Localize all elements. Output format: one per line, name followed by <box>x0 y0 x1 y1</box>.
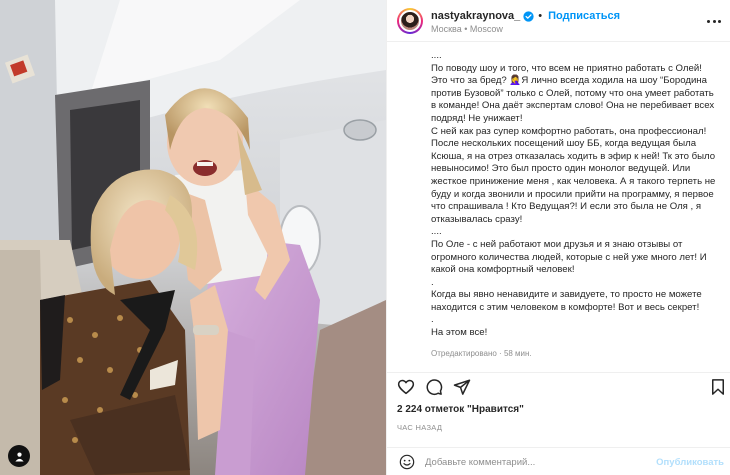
caption-line: По поводу шоу и того, что всем не приятн… <box>431 62 715 124</box>
heart-icon <box>397 379 415 395</box>
post-photo[interactable] <box>0 0 386 475</box>
edited-time[interactable]: 58 мин. <box>504 349 532 358</box>
user-tag-icon <box>14 452 24 462</box>
caption-line: Когда вы явно ненавидите и завидуете, то… <box>431 289 702 313</box>
comment-bar: Опубликовать <box>387 447 730 475</box>
avatar[interactable] <box>397 8 423 34</box>
post-caption: .... По поводу шоу и того, что всем не п… <box>431 50 721 362</box>
caption-line: На этом все! <box>431 327 488 339</box>
caption-line: .... <box>431 226 442 238</box>
share-button[interactable] <box>453 378 471 396</box>
post-timestamp[interactable]: ЧАС НАЗАД <box>397 423 442 432</box>
emoji-icon <box>399 454 415 470</box>
publish-button[interactable]: Опубликовать <box>656 457 724 468</box>
save-button[interactable] <box>709 378 727 396</box>
caption-meta: Отредактировано · 58 мин. <box>431 348 721 361</box>
likes-count[interactable]: 2 224 отметок "Нравится" <box>397 404 524 415</box>
caption-line: По Оле - с ней работают мои друзья и я з… <box>431 238 707 276</box>
post-header: nastyakraynova_ • Подписаться Москва • M… <box>387 0 730 42</box>
emoji-button[interactable] <box>399 454 415 470</box>
header-separator: • <box>538 10 543 22</box>
edited-separator: · <box>496 348 504 358</box>
user-tag-button[interactable] <box>8 445 30 467</box>
username-link[interactable]: nastyakraynova_ <box>431 10 520 22</box>
caption-line: . <box>431 314 434 326</box>
caption-line: .... <box>431 50 442 61</box>
location-link[interactable]: Москва • Moscow <box>431 24 503 34</box>
photo-illustration <box>0 0 386 475</box>
bookmark-icon <box>712 379 724 395</box>
comment-input[interactable] <box>425 453 645 471</box>
action-bar <box>387 372 730 400</box>
edited-label: Отредактировано <box>431 348 497 358</box>
caption-line: . <box>431 276 434 288</box>
more-icon <box>707 19 710 23</box>
post-panel: nastyakraynova_ • Подписаться Москва • M… <box>386 0 730 475</box>
like-button[interactable] <box>397 378 415 396</box>
follow-button[interactable]: Подписаться <box>548 10 620 22</box>
share-icon <box>453 379 471 395</box>
comment-button[interactable] <box>425 378 443 396</box>
caption-line: С ней как раз супер комфортно работать, … <box>431 125 716 225</box>
more-options-button[interactable] <box>707 14 721 28</box>
comment-icon <box>426 379 443 396</box>
username-row: nastyakraynova_ • Подписаться <box>431 10 620 22</box>
verified-badge-icon <box>523 10 534 22</box>
